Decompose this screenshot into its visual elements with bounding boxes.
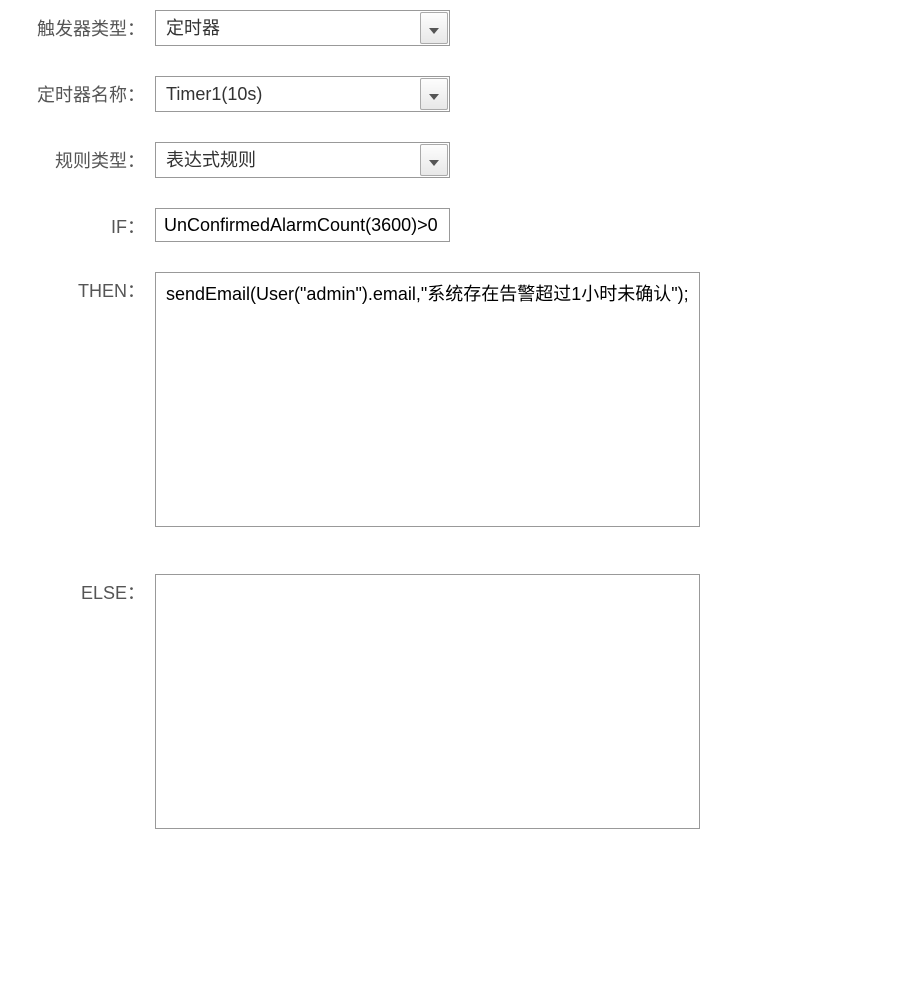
timer-name-label: 定时器名称： (10, 76, 155, 107)
else-row: ELSE： (10, 574, 910, 834)
rule-type-dropdown-button[interactable] (420, 144, 448, 176)
rule-type-row: 规则类型： 表达式规则 (10, 142, 910, 178)
if-input[interactable] (155, 208, 450, 242)
timer-name-dropdown-button[interactable] (420, 78, 448, 110)
trigger-type-row: 触发器类型： 定时器 (10, 10, 910, 46)
then-label: THEN： (10, 272, 155, 303)
chevron-down-icon (429, 84, 439, 105)
else-label: ELSE： (10, 574, 155, 605)
trigger-type-label: 触发器类型： (10, 10, 155, 41)
trigger-type-dropdown-button[interactable] (420, 12, 448, 44)
trigger-type-value: 定时器 (156, 11, 420, 45)
chevron-down-icon (429, 150, 439, 171)
rule-form: 触发器类型： 定时器 定时器名称： Timer1(10s) (10, 10, 910, 834)
rule-type-value: 表达式规则 (156, 143, 420, 177)
trigger-type-select[interactable]: 定时器 (155, 10, 450, 46)
timer-name-value: Timer1(10s) (156, 77, 420, 111)
then-row: THEN： sendEmail(User("admin").email,"系统存… (10, 272, 910, 532)
if-row: IF： (10, 208, 910, 242)
timer-name-select[interactable]: Timer1(10s) (155, 76, 450, 112)
if-label: IF： (10, 208, 155, 239)
timer-name-row: 定时器名称： Timer1(10s) (10, 76, 910, 112)
then-textarea[interactable]: sendEmail(User("admin").email,"系统存在告警超过1… (155, 272, 700, 527)
else-textarea[interactable] (155, 574, 700, 829)
rule-type-label: 规则类型： (10, 142, 155, 173)
rule-type-select[interactable]: 表达式规则 (155, 142, 450, 178)
chevron-down-icon (429, 18, 439, 39)
